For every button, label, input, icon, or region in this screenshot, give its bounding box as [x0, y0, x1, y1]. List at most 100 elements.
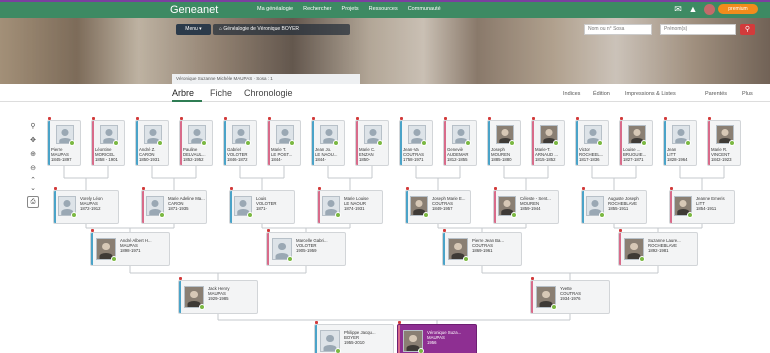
- banner-photo-collage: [0, 18, 770, 84]
- nav-rechercher[interactable]: Rechercher: [303, 6, 331, 12]
- tab-chronologie[interactable]: Chronologie: [244, 88, 293, 98]
- tab-indices[interactable]: Indices: [563, 91, 580, 97]
- person-card[interactable]: Marie Louise LE NAOUR 1874-1931: [317, 190, 383, 224]
- person-card[interactable]: Jean Jo. LE NAOU... 1844-: [311, 120, 345, 166]
- person-card[interactable]: Louis VOLOTER 1871-: [229, 190, 295, 224]
- person-card[interactable]: Yvette COUTRAS 1934-1976: [530, 280, 610, 314]
- hint-badge-icon[interactable]: [335, 212, 341, 218]
- hint-badge-icon[interactable]: [418, 348, 424, 353]
- mail-icon[interactable]: ✉: [673, 4, 683, 14]
- hint-badge-icon[interactable]: [157, 140, 163, 146]
- hint-badge-icon[interactable]: [289, 140, 295, 146]
- person-card[interactable]: Jeanne Emeris LITT 1854-1911: [669, 190, 735, 224]
- zoom-out-icon[interactable]: ⊖: [28, 164, 38, 174]
- person-card[interactable]: Marie-T. ARNAUD ... 1815-1852: [531, 120, 565, 166]
- person-info: Jeanne Emeris LITT 1854-1911: [696, 196, 725, 211]
- silhouette-head: [190, 290, 198, 299]
- hint-badge-icon[interactable]: [465, 140, 471, 146]
- person-card[interactable]: Marcelle Gabri... VOLOTER 1905-1959: [266, 232, 346, 266]
- hint-badge-icon[interactable]: [511, 212, 517, 218]
- hint-badge-icon[interactable]: [729, 140, 735, 146]
- person-card[interactable]: Jack Henry MAUPAS 1929-1985: [178, 280, 258, 314]
- person-card[interactable]: Véronique Suza... MAUPAS 1956: [397, 324, 477, 353]
- person-card[interactable]: Marie Adeline Ma... CARON 1871-1935: [141, 190, 207, 224]
- nav-communaute[interactable]: Communauté: [408, 6, 441, 12]
- person-card[interactable]: Léontine MORICEL 1858 - 1901: [91, 120, 125, 166]
- person-card[interactable]: Jean LITT 1828-1964: [663, 120, 697, 166]
- hint-badge-icon[interactable]: [247, 212, 253, 218]
- person-info: Jean-Va COUTRAS 1758-1971: [403, 147, 424, 162]
- hint-badge-icon[interactable]: [597, 140, 603, 146]
- person-card[interactable]: André Albert H... MAUPAS 1898-1971: [90, 232, 170, 266]
- menu-button[interactable]: Menu ▾: [176, 24, 211, 35]
- notification-bell-icon[interactable]: ▲: [688, 4, 698, 14]
- person-card[interactable]: Auguste Joseph ROCHEBLAVE 1855-1911: [581, 190, 647, 224]
- tab-impressions[interactable]: Impressions & Listes: [625, 91, 676, 97]
- sosa-search-input[interactable]: Nom ou n° Sosa: [584, 24, 652, 35]
- person-card[interactable]: André Z. CARON 1850-1931: [135, 120, 169, 166]
- scroll-down-icon[interactable]: ⌄: [28, 184, 38, 194]
- hint-badge-icon[interactable]: [599, 212, 605, 218]
- hint-badge-icon[interactable]: [685, 140, 691, 146]
- card-marker: [398, 321, 401, 324]
- print-icon[interactable]: ⎙: [27, 196, 39, 208]
- hint-badge-icon[interactable]: [639, 256, 645, 262]
- tab-parentes[interactable]: Parentés: [705, 91, 727, 97]
- hint-badge-icon[interactable]: [551, 304, 557, 310]
- prenom-search-input[interactable]: Prénom(s): [660, 24, 736, 35]
- person-card[interactable]: Gabriel VOLOTER 1846-1872: [223, 120, 257, 166]
- hint-badge-icon[interactable]: [421, 140, 427, 146]
- person-card[interactable]: Marie C. ENZAN 1850-: [355, 120, 389, 166]
- nav-ma-genealogie[interactable]: Ma généalogie: [257, 6, 293, 12]
- zoom-in-icon[interactable]: ⊕: [28, 150, 38, 160]
- person-card[interactable]: Louise ... BRUGUIE... 1827-1871: [619, 120, 653, 166]
- person-card[interactable]: Marie R. VINCENT 1842-1923: [707, 120, 741, 166]
- hint-badge-icon[interactable]: [287, 256, 293, 262]
- person-card[interactable]: Céleste - Sent... MOUREN 1859-1944: [493, 190, 559, 224]
- person-card[interactable]: Jean-Va COUTRAS 1758-1971: [399, 120, 433, 166]
- search-button[interactable]: ⚲: [740, 24, 755, 35]
- premium-badge[interactable]: premium: [718, 4, 758, 14]
- hint-badge-icon[interactable]: [159, 212, 165, 218]
- person-card[interactable]: Philippe Jacqu... BOYER 1955-2010: [314, 324, 394, 353]
- person-card[interactable]: Joseph Marie E... COUTRAS 1849-1957: [405, 190, 471, 224]
- person-card[interactable]: Geneviè AUDEMAR 1812-1855: [443, 120, 477, 166]
- hint-badge-icon[interactable]: [423, 212, 429, 218]
- hint-badge-icon[interactable]: [333, 140, 339, 146]
- gender-stripe: [400, 121, 402, 165]
- recenter-icon[interactable]: ✥: [28, 136, 38, 146]
- hint-badge-icon[interactable]: [687, 212, 693, 218]
- hint-badge-icon[interactable]: [463, 256, 469, 262]
- person-card[interactable]: Victor ROCHEEL... 1817-1836: [575, 120, 609, 166]
- hint-badge-icon[interactable]: [201, 140, 207, 146]
- person-card[interactable]: Pauline DELVAUL... 1852-1952: [179, 120, 213, 166]
- hint-badge-icon[interactable]: [335, 348, 341, 353]
- hint-badge-icon[interactable]: [71, 212, 77, 218]
- person-card[interactable]: Pierre Jean Ba... COUTRAS 1869-1961: [442, 232, 522, 266]
- person-card[interactable]: Pierre MAUPAS 1845-1897: [47, 120, 81, 166]
- hint-badge-icon[interactable]: [509, 140, 515, 146]
- card-marker: [92, 117, 95, 120]
- person-card[interactable]: Suzanne Laure... ROCHEBLAVE 1892-1981: [618, 232, 698, 266]
- zoom-search-icon[interactable]: ⚲: [28, 122, 38, 132]
- person-card[interactable]: Vorely Léon MAUPAS 1872-1912: [53, 190, 119, 224]
- tab-plus[interactable]: Plus: [742, 91, 753, 97]
- hint-badge-icon[interactable]: [69, 140, 75, 146]
- avatar[interactable]: [704, 4, 715, 15]
- hint-badge-icon[interactable]: [641, 140, 647, 146]
- hint-badge-icon[interactable]: [113, 140, 119, 146]
- person-card[interactable]: Marie T. LE POST... 1844-: [267, 120, 301, 166]
- hint-badge-icon[interactable]: [553, 140, 559, 146]
- nav-ressources[interactable]: Ressources: [369, 6, 398, 12]
- tab-arbre[interactable]: Arbre: [172, 88, 194, 98]
- hint-badge-icon[interactable]: [245, 140, 251, 146]
- person-card[interactable]: Joseph MOUREN 1885-1880: [487, 120, 521, 166]
- nav-projets[interactable]: Projets: [342, 6, 359, 12]
- tab-fiche[interactable]: Fiche: [210, 88, 232, 98]
- tab-edition[interactable]: Édition: [593, 91, 610, 97]
- hint-badge-icon[interactable]: [377, 140, 383, 146]
- hint-badge-icon[interactable]: [199, 304, 205, 310]
- tree-title[interactable]: ⌂ Généalogie de Véronique BOYER: [213, 24, 350, 35]
- geneanet-logo[interactable]: Geneanet: [170, 4, 218, 16]
- hint-badge-icon[interactable]: [111, 256, 117, 262]
